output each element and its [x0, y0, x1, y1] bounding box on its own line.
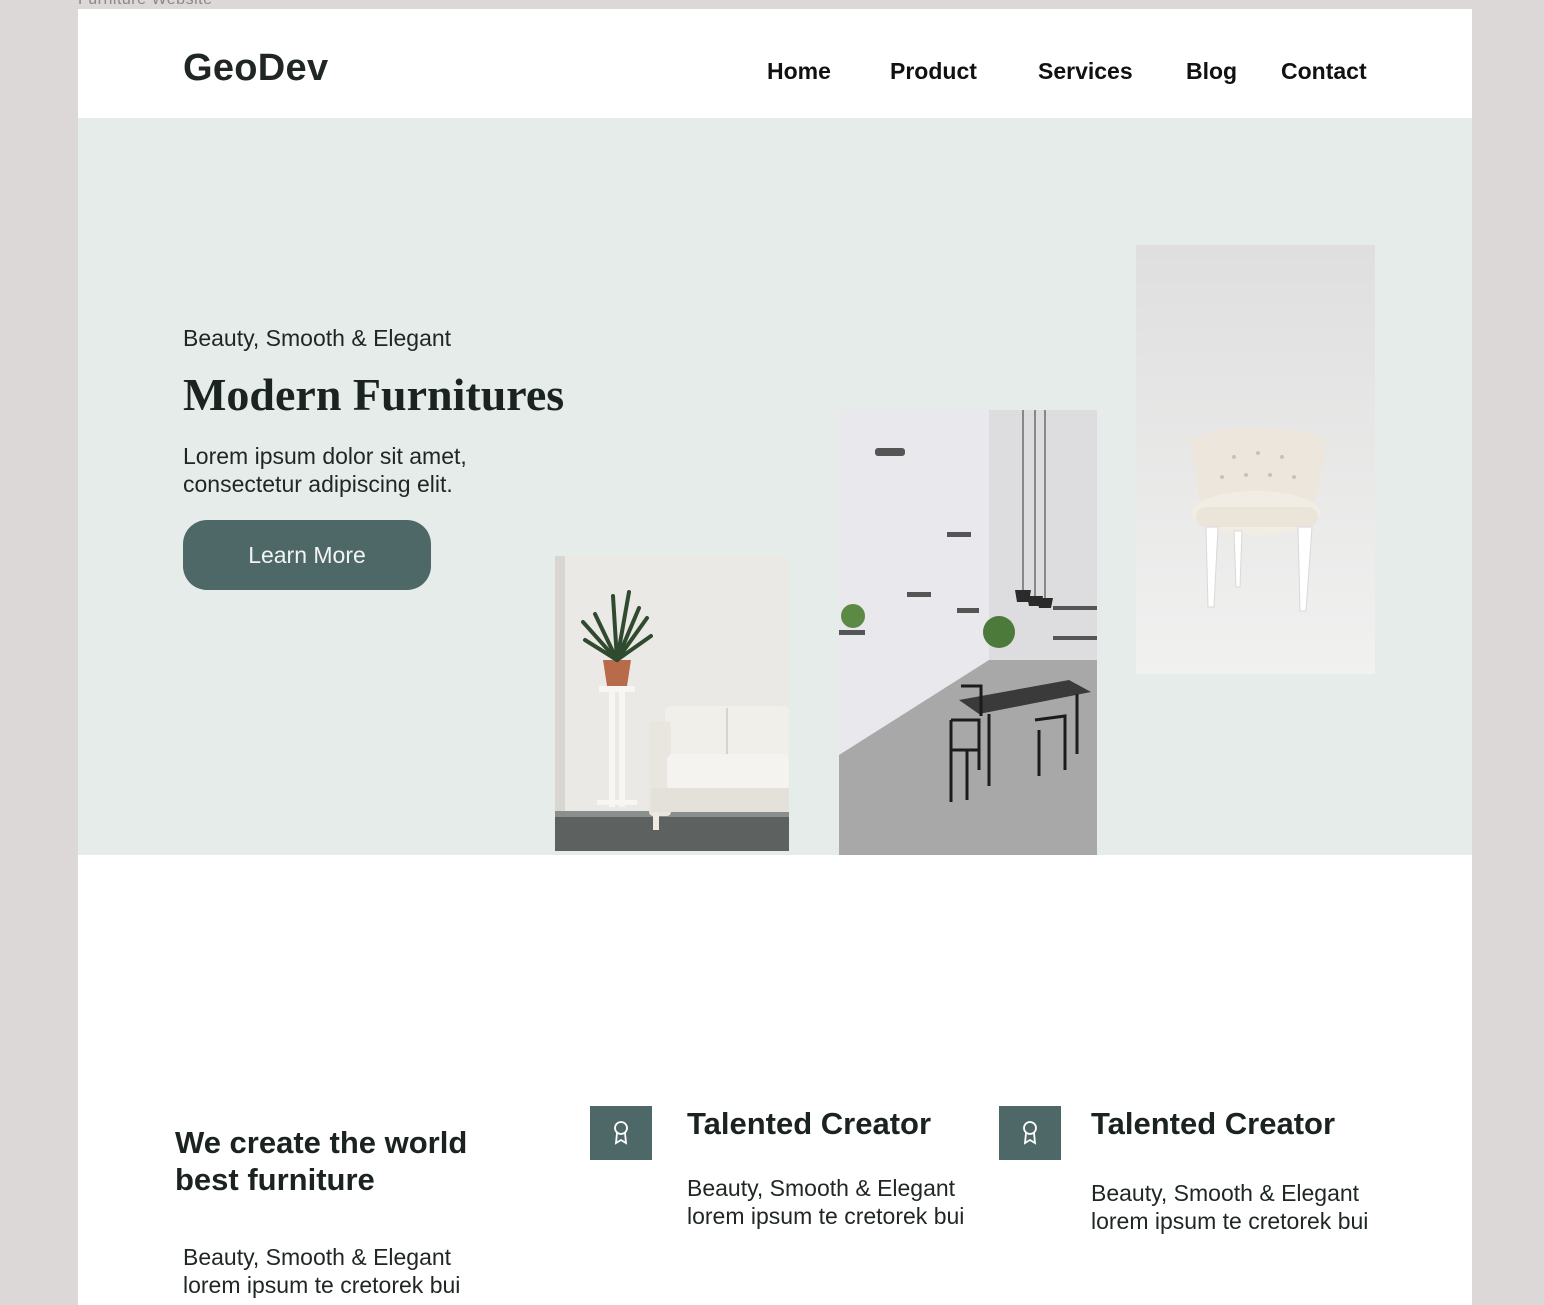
nav-home[interactable]: Home [767, 58, 831, 85]
logo[interactable]: GeoDev [183, 47, 328, 90]
nav-product[interactable]: Product [890, 58, 977, 85]
nav-services[interactable]: Services [1038, 58, 1133, 85]
features-heading: We create the world best furniture [175, 1125, 468, 1197]
feature-card-line2: lorem ipsum te cretorek bui [687, 1203, 965, 1229]
feature-card-line1: Beauty, Smooth & Elegant [1091, 1180, 1360, 1206]
dining-room-photo [839, 410, 1097, 855]
feature-card-title: Talented Creator [687, 1106, 932, 1141]
hero-tagline: Beauty, Smooth & Elegant [183, 325, 452, 351]
feature-card-line1: Beauty, Smooth & Elegant [687, 1175, 956, 1201]
nav-contact[interactable]: Contact [1281, 58, 1367, 85]
award-icon [590, 1106, 652, 1160]
feature-card-body: Beauty, Smooth & Elegant lorem ipsum te … [687, 1174, 1017, 1230]
features-body-line1: Beauty, Smooth & Elegant [183, 1244, 452, 1270]
chair-photo [1136, 245, 1375, 674]
page: GeoDev Home Product Services Blog Contac… [78, 9, 1472, 1305]
learn-more-button[interactable]: Learn More [183, 520, 431, 590]
hero-title: Modern Furnitures [183, 369, 565, 420]
feature-card-title: Talented Creator [1091, 1106, 1336, 1141]
award-icon [999, 1106, 1061, 1160]
site-header: GeoDev Home Product Services Blog Contac… [78, 9, 1472, 118]
feature-card-body: Beauty, Smooth & Elegant lorem ipsum te … [1091, 1179, 1421, 1235]
feature-card-line2: lorem ipsum te cretorek bui [1091, 1208, 1369, 1234]
features-body: Beauty, Smooth & Elegant lorem ipsum te … [183, 1243, 513, 1299]
frame-label: Furniture Website [78, 0, 212, 9]
hero-section: Beauty, Smooth & Elegant Modern Furnitur… [78, 118, 1472, 855]
features-body-line2: lorem ipsum te cretorek bui [183, 1272, 461, 1298]
hero-description: Lorem ipsum dolor sit amet, consectetur … [183, 443, 467, 497]
sofa-photo [555, 556, 789, 851]
nav-blog[interactable]: Blog [1186, 58, 1237, 85]
